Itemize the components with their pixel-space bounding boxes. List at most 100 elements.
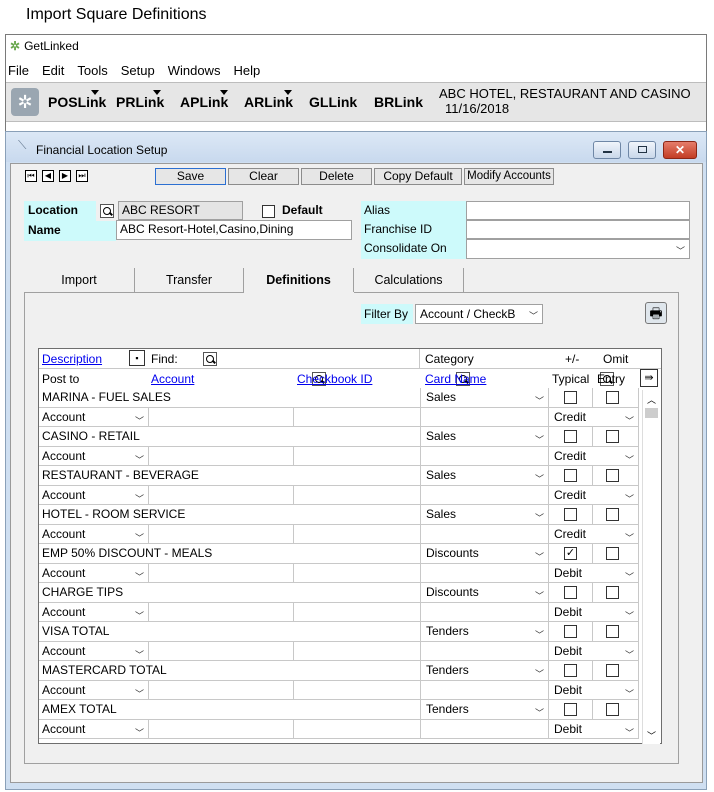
grid-scrollbar[interactable]: ︿ ﹀ — [642, 390, 660, 744]
card-name-cell[interactable] — [421, 524, 549, 544]
prlink-dropdown-icon[interactable] — [153, 90, 161, 95]
brlink-button[interactable]: BRLink — [374, 94, 423, 110]
description-header[interactable]: Description — [42, 352, 102, 366]
post-to-select[interactable]: Account ﹀ — [39, 563, 149, 583]
description-cell[interactable]: HOTEL - ROOM SERVICE — [39, 505, 421, 525]
omit-checkbox[interactable] — [606, 547, 619, 560]
plusminus-checkbox[interactable] — [564, 430, 577, 443]
description-cell[interactable]: MARINA - FUEL SALES — [39, 388, 421, 408]
category-cell[interactable]: Discounts ﹀ — [421, 583, 549, 603]
arlink-button[interactable]: ARLink — [244, 94, 293, 110]
prlink-button[interactable]: PRLink — [116, 94, 164, 110]
typical-entry-select[interactable]: Debit ﹀ — [549, 719, 639, 739]
location-lookup-icon[interactable] — [100, 203, 114, 218]
post-to-select[interactable]: Account ﹀ — [39, 719, 149, 739]
post-to-select[interactable]: Account ﹀ — [39, 680, 149, 700]
first-record-icon[interactable]: ⏮ — [25, 170, 37, 182]
scroll-up-icon[interactable]: ︿ — [643, 390, 660, 406]
category-cell[interactable]: Sales ﹀ — [421, 388, 549, 408]
account-cell[interactable] — [149, 485, 294, 505]
post-to-select[interactable]: Account ﹀ — [39, 407, 149, 427]
poslink-dropdown-icon[interactable] — [91, 90, 99, 95]
name-field[interactable]: ABC Resort-Hotel,Casino,Dining — [116, 220, 352, 240]
tab-calculations[interactable]: Calculations — [354, 268, 464, 292]
plusminus-checkbox[interactable] — [564, 586, 577, 599]
card-name-cell[interactable] — [421, 485, 549, 505]
omit-checkbox[interactable] — [606, 430, 619, 443]
typical-entry-select[interactable]: Debit ﹀ — [549, 641, 639, 661]
description-cell[interactable]: EMP 50% DISCOUNT - MEALS — [39, 544, 421, 564]
omit-checkbox[interactable] — [606, 625, 619, 638]
arlink-dropdown-icon[interactable] — [284, 90, 292, 95]
checkbook-id-cell[interactable] — [294, 407, 421, 427]
last-record-icon[interactable]: ⏭ — [76, 170, 88, 182]
plusminus-checkbox[interactable] — [564, 664, 577, 677]
checkbook-id-cell[interactable] — [294, 680, 421, 700]
typical-entry-select[interactable]: Debit ﹀ — [549, 602, 639, 622]
checkbook-id-cell[interactable] — [294, 485, 421, 505]
clear-button[interactable]: Clear — [228, 168, 299, 185]
post-to-select[interactable]: Account ﹀ — [39, 602, 149, 622]
alias-field[interactable] — [466, 201, 690, 220]
previous-record-icon[interactable]: ◀ — [42, 170, 54, 182]
category-cell[interactable]: Tenders ﹀ — [421, 700, 549, 720]
typical-entry-select[interactable]: Credit ﹀ — [549, 485, 639, 505]
card-name-cell[interactable] — [421, 563, 549, 583]
menu-help[interactable]: Help — [233, 63, 260, 78]
card-name-cell[interactable] — [421, 602, 549, 622]
category-cell[interactable]: Sales ﹀ — [421, 427, 549, 447]
account-cell[interactable] — [149, 680, 294, 700]
category-cell[interactable]: Tenders ﹀ — [421, 622, 549, 642]
scroll-down-icon[interactable]: ﹀ — [643, 729, 660, 742]
checkbook-id-cell[interactable] — [294, 446, 421, 466]
poslink-button[interactable]: POSLink — [48, 94, 106, 110]
checkbook-id-cell[interactable] — [294, 719, 421, 739]
modify-accounts-button[interactable]: Modify Accounts — [464, 168, 554, 185]
getlinked-toolbar-logo-icon[interactable]: ✲ — [11, 88, 39, 116]
aplink-button[interactable]: APLink — [180, 94, 228, 110]
menu-tools[interactable]: Tools — [77, 63, 107, 78]
post-to-select[interactable]: Account ﹀ — [39, 485, 149, 505]
card-name-cell[interactable] — [421, 641, 549, 661]
account-cell[interactable] — [149, 602, 294, 622]
maximize-button[interactable] — [628, 141, 656, 159]
save-button[interactable]: Save — [155, 168, 226, 185]
menu-setup[interactable]: Setup — [121, 63, 155, 78]
tab-definitions[interactable]: Definitions — [244, 268, 354, 292]
post-to-select[interactable]: Account ﹀ — [39, 524, 149, 544]
franchise-id-field[interactable] — [466, 220, 690, 239]
description-cell[interactable]: MASTERCARD TOTAL — [39, 661, 421, 681]
omit-checkbox[interactable] — [606, 508, 619, 521]
menu-windows[interactable]: Windows — [168, 63, 221, 78]
plusminus-checkbox[interactable]: ✓ — [564, 547, 577, 560]
delete-button[interactable]: Delete — [301, 168, 372, 185]
plusminus-checkbox[interactable] — [564, 508, 577, 521]
category-cell[interactable]: Sales ﹀ — [421, 505, 549, 525]
account-header[interactable]: Account — [151, 372, 194, 386]
omit-checkbox[interactable] — [606, 664, 619, 677]
description-cell[interactable]: CASINO - RETAIL — [39, 427, 421, 447]
category-cell[interactable]: Sales ﹀ — [421, 466, 549, 486]
post-to-select[interactable]: Account ﹀ — [39, 446, 149, 466]
consolidate-on-select[interactable]: ﹀ — [466, 239, 690, 259]
account-cell[interactable] — [149, 407, 294, 427]
expand-columns-icon[interactable]: ⇛ — [640, 369, 658, 387]
typical-entry-select[interactable]: Debit ﹀ — [549, 563, 639, 583]
plusminus-checkbox[interactable] — [564, 703, 577, 716]
typical-entry-select[interactable]: Debit ﹀ — [549, 680, 639, 700]
description-cell[interactable]: AMEX TOTAL — [39, 700, 421, 720]
next-record-icon[interactable]: ▶ — [59, 170, 71, 182]
account-cell[interactable] — [149, 719, 294, 739]
checkbook-id-cell[interactable] — [294, 524, 421, 544]
omit-checkbox[interactable] — [606, 391, 619, 404]
typical-entry-select[interactable]: Credit ﹀ — [549, 446, 639, 466]
omit-checkbox[interactable] — [606, 469, 619, 482]
tab-import[interactable]: Import — [24, 268, 135, 292]
plusminus-checkbox[interactable] — [564, 391, 577, 404]
card-name-cell[interactable] — [421, 680, 549, 700]
card-name-cell[interactable] — [421, 719, 549, 739]
account-cell[interactable] — [149, 641, 294, 661]
close-button[interactable]: ✕ — [663, 141, 697, 159]
account-cell[interactable] — [149, 563, 294, 583]
typical-entry-select[interactable]: Credit ﹀ — [549, 524, 639, 544]
